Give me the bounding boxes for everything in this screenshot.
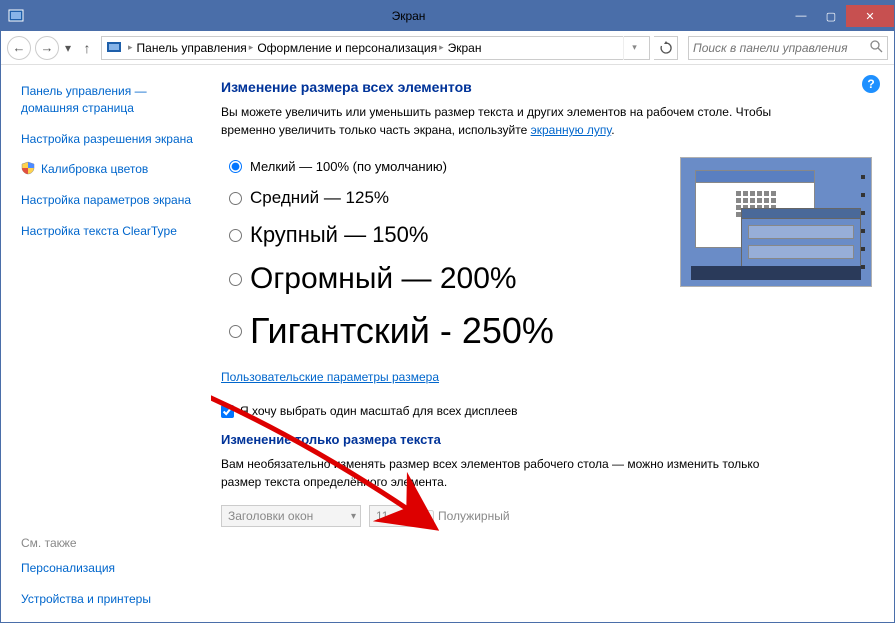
breadcrumb-dropdown[interactable]: ▾ bbox=[623, 36, 645, 60]
description: Вы можете увеличить или уменьшить размер… bbox=[221, 103, 781, 139]
option-huge[interactable]: Огромный — 200% bbox=[229, 262, 660, 296]
crumb-current[interactable]: Экран bbox=[448, 41, 482, 55]
sidebar-resolution[interactable]: Настройка разрешения экрана bbox=[21, 131, 197, 148]
crumb-root[interactable]: Панель управления bbox=[137, 41, 247, 55]
close-button[interactable]: ✕ bbox=[846, 5, 894, 27]
main-content: ? Изменение размера всех элементов Вы мо… bbox=[211, 65, 894, 622]
window-title: Экран bbox=[31, 9, 786, 23]
help-icon[interactable]: ? bbox=[862, 75, 880, 93]
chevron-right-icon: ▸ bbox=[128, 42, 133, 53]
control-panel-icon bbox=[106, 39, 124, 57]
description-text-only: Вам необязательно изменять размер всех э… bbox=[221, 455, 781, 491]
element-dropdown[interactable]: Заголовки окон bbox=[221, 505, 361, 527]
fontsize-dropdown[interactable]: 11 bbox=[369, 505, 413, 527]
back-button[interactable]: ← bbox=[7, 36, 31, 60]
nav-bar: ← → ▾ ↑ ▸ Панель управления▸ Оформление … bbox=[1, 31, 894, 65]
option-small[interactable]: Мелкий — 100% (по умолчанию) bbox=[229, 159, 660, 174]
search-box[interactable] bbox=[688, 36, 888, 60]
heading-text-only: Изменение только размера текста bbox=[221, 432, 872, 447]
heading-resize-all: Изменение размера всех элементов bbox=[221, 79, 872, 95]
refresh-button[interactable] bbox=[654, 36, 678, 60]
scale-options: Мелкий — 100% (по умолчанию) Средний — 1… bbox=[221, 153, 660, 366]
sidebar-devices[interactable]: Устройства и принтеры bbox=[21, 591, 197, 608]
single-scale-checkbox-row[interactable]: Я хочу выбрать один масштаб для всех дис… bbox=[221, 404, 872, 418]
chevron-right-icon: ▸ bbox=[249, 42, 254, 53]
maximize-button[interactable]: ▢ bbox=[816, 5, 846, 27]
sidebar: Панель управления — домашняя страница На… bbox=[1, 65, 211, 622]
bold-checkbox[interactable] bbox=[421, 510, 434, 523]
magnifier-link[interactable]: экранную лупу bbox=[531, 123, 612, 137]
sidebar-cleartype[interactable]: Настройка текста ClearType bbox=[21, 223, 197, 240]
sidebar-home[interactable]: Панель управления — домашняя страница bbox=[21, 83, 197, 117]
search-input[interactable] bbox=[693, 41, 869, 55]
custom-size-link[interactable]: Пользовательские параметры размера bbox=[221, 370, 439, 384]
breadcrumb[interactable]: ▸ Панель управления▸ Оформление и персон… bbox=[101, 36, 650, 60]
chevron-right-icon: ▸ bbox=[439, 42, 444, 53]
history-dropdown[interactable]: ▾ bbox=[63, 41, 73, 55]
option-medium[interactable]: Средний — 125% bbox=[229, 188, 660, 208]
preview-image bbox=[680, 157, 872, 287]
shield-icon bbox=[21, 161, 35, 175]
sidebar-personalization[interactable]: Персонализация bbox=[21, 560, 197, 577]
single-scale-label: Я хочу выбрать один масштаб для всех дис… bbox=[240, 404, 518, 418]
single-scale-checkbox[interactable] bbox=[221, 405, 234, 418]
sidebar-brightness[interactable]: Настройка параметров экрана bbox=[21, 192, 197, 209]
see-also-label: См. также bbox=[21, 536, 197, 550]
option-giant[interactable]: Гигантский - 250% bbox=[229, 310, 660, 352]
sidebar-calibration[interactable]: Калибровка цветов bbox=[41, 161, 148, 178]
up-button[interactable]: ↑ bbox=[77, 40, 97, 56]
search-icon bbox=[869, 39, 883, 56]
option-large[interactable]: Крупный — 150% bbox=[229, 222, 660, 248]
forward-button[interactable]: → bbox=[35, 36, 59, 60]
bold-label: Полужирный bbox=[438, 509, 510, 523]
titlebar: Экран — ▢ ✕ bbox=[1, 1, 894, 31]
window-icon bbox=[1, 1, 31, 31]
bold-checkbox-row[interactable]: Полужирный bbox=[421, 509, 510, 523]
minimize-button[interactable]: — bbox=[786, 5, 816, 27]
crumb-appearance[interactable]: Оформление и персонализация bbox=[257, 41, 437, 55]
